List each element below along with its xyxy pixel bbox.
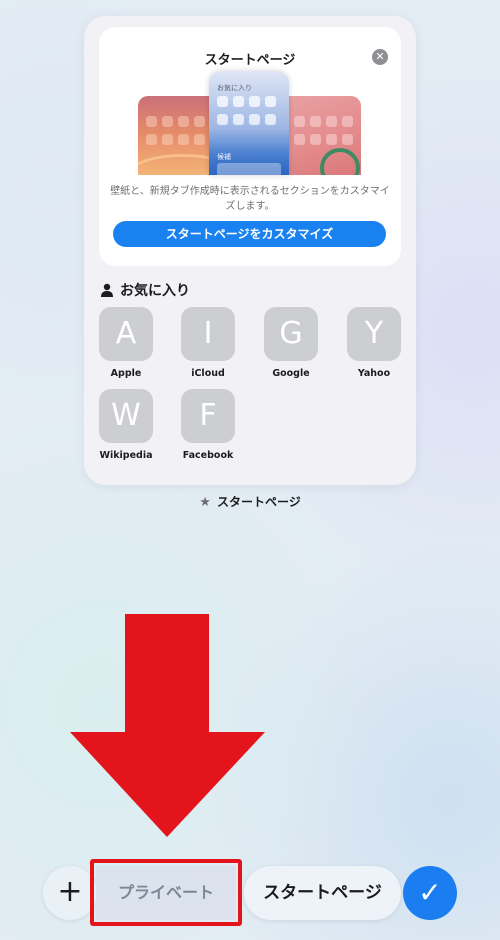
favorite-item-yahoo[interactable]: Y Yahoo — [347, 307, 401, 379]
favorite-name: iCloud — [191, 368, 225, 379]
start-page-intro-card: スタートページ ✕ お気に入り 候補 壁紙と、新規タブ作成時に表示されるセクショ… — [99, 27, 401, 266]
star-icon: ★ — [199, 495, 211, 510]
favorite-tile[interactable]: I — [181, 307, 235, 361]
favorite-item-apple[interactable]: A Apple — [99, 307, 153, 379]
favorite-item-google[interactable]: G Google — [264, 307, 318, 379]
favorite-tile[interactable]: Y — [347, 307, 401, 361]
favorite-name: Yahoo — [357, 368, 391, 379]
start-page-preview-image: お気に入り 候補 — [138, 71, 361, 175]
preview-wallpaper-right — [280, 96, 361, 175]
favorites-header-label: お気に入り — [120, 283, 190, 299]
checkmark-icon[interactable]: ✓ — [403, 866, 457, 920]
preview-suggestions-label: 候補 — [217, 153, 231, 161]
favorite-item-icloud[interactable]: I iCloud — [181, 307, 235, 379]
favorite-item-wikipedia[interactable]: W Wikipedia — [99, 389, 153, 461]
favorite-item-facebook[interactable]: F Facebook — [181, 389, 235, 461]
favorite-tile[interactable]: F — [181, 389, 235, 443]
intro-title: スタートページ — [204, 53, 296, 68]
tab-title-text: スタートページ — [216, 495, 301, 509]
start-page-tab-group-button[interactable]: スタートページ — [244, 866, 401, 920]
plus-icon[interactable]: + — [43, 866, 97, 920]
preview-phone: お気に入り 候補 — [209, 71, 289, 175]
favorite-name: Facebook — [182, 450, 234, 461]
favorite-tile[interactable]: G — [264, 307, 318, 361]
favorite-name: Apple — [110, 368, 142, 379]
tab-title-label: ★ スタートページ — [0, 493, 500, 510]
person-icon — [101, 283, 113, 297]
preview-favorites-label: お気に入り — [217, 84, 252, 92]
favorites-header: お気に入り — [100, 280, 190, 300]
favorite-name: Wikipedia — [99, 450, 153, 461]
customize-start-page-button[interactable]: スタートページをカスタマイズ — [113, 221, 386, 247]
favorite-name: Google — [272, 368, 310, 379]
favorite-tile[interactable]: W — [99, 389, 153, 443]
start-page-tab-card[interactable]: スタートページ ✕ お気に入り 候補 壁紙と、新規タブ作成時に表示されるセクショ… — [84, 16, 416, 485]
favorite-tile[interactable]: A — [99, 307, 153, 361]
red-arrow-annotation — [70, 614, 265, 837]
intro-description: 壁紙と、新規タブ作成時に表示されるセクションをカスタマイズします。 — [110, 186, 390, 212]
private-tab-group-button[interactable]: プライベート — [96, 866, 236, 920]
close-icon[interactable]: ✕ — [372, 49, 388, 65]
preview-wallpaper-left — [138, 96, 218, 175]
